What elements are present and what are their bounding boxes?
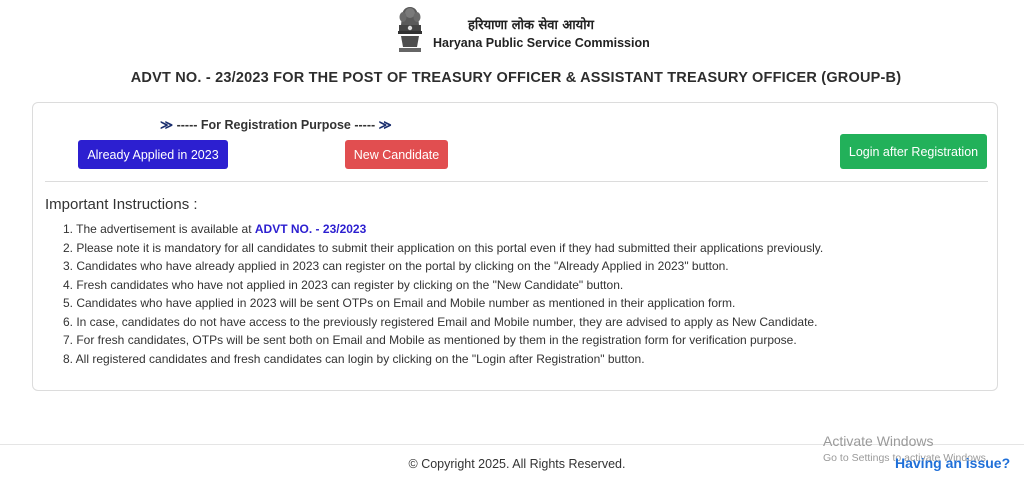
page-title: ADVT NO. - 23/2023 FOR THE POST OF TREAS…: [130, 70, 902, 86]
list-item: 2. Please note it is mandatory for all c…: [63, 240, 824, 255]
instructions-heading: Important Instructions :: [45, 196, 198, 213]
activate-windows-title: Activate Windows: [823, 433, 934, 449]
login-after-registration-button[interactable]: Login after Registration: [840, 134, 987, 169]
org-name-english: Haryana Public Service Commission: [433, 36, 650, 50]
org-name-hindi: हरियाणा लोक सेवा आयोग: [468, 18, 594, 33]
registration-purpose-label: ≫ ----- For Registration Purpose ----- ≫: [160, 117, 392, 132]
double-chevron-down-icon: ≫: [378, 118, 392, 132]
header: हरियाणा लोक सेवा आयोग Haryana Public Ser…: [0, 3, 1024, 57]
list-item: 6. In case, candidates do not have acces…: [63, 314, 818, 329]
list-item: 1. The advertisement is available at ADV…: [63, 220, 823, 239]
list-item: 7. For fresh candidates, OTPs will be se…: [63, 333, 797, 347]
list-item: 8. All registered candidates and fresh c…: [63, 351, 645, 366]
already-applied-button[interactable]: Already Applied in 2023: [78, 140, 228, 169]
advertisement-link[interactable]: ADVT NO. - 23/2023: [255, 222, 366, 236]
new-candidate-button[interactable]: New Candidate: [345, 140, 448, 169]
national-emblem-icon: [398, 7, 422, 52]
list-item: 4. Fresh candidates who have not applied…: [63, 277, 624, 292]
having-issue-link[interactable]: Having an issue?: [895, 455, 1010, 471]
list-item: 5. Candidates who have applied in 2023 w…: [63, 296, 736, 310]
instructions-list: 1. The advertisement is available at ADV…: [63, 220, 823, 368]
purpose-text: ----- For Registration Purpose -----: [176, 118, 376, 132]
instruction-text: 1. The advertisement is available at: [63, 222, 255, 236]
double-chevron-down-icon: ≫: [160, 118, 174, 132]
divider: [45, 181, 988, 182]
list-item: 3. Candidates who have already applied i…: [63, 259, 729, 273]
